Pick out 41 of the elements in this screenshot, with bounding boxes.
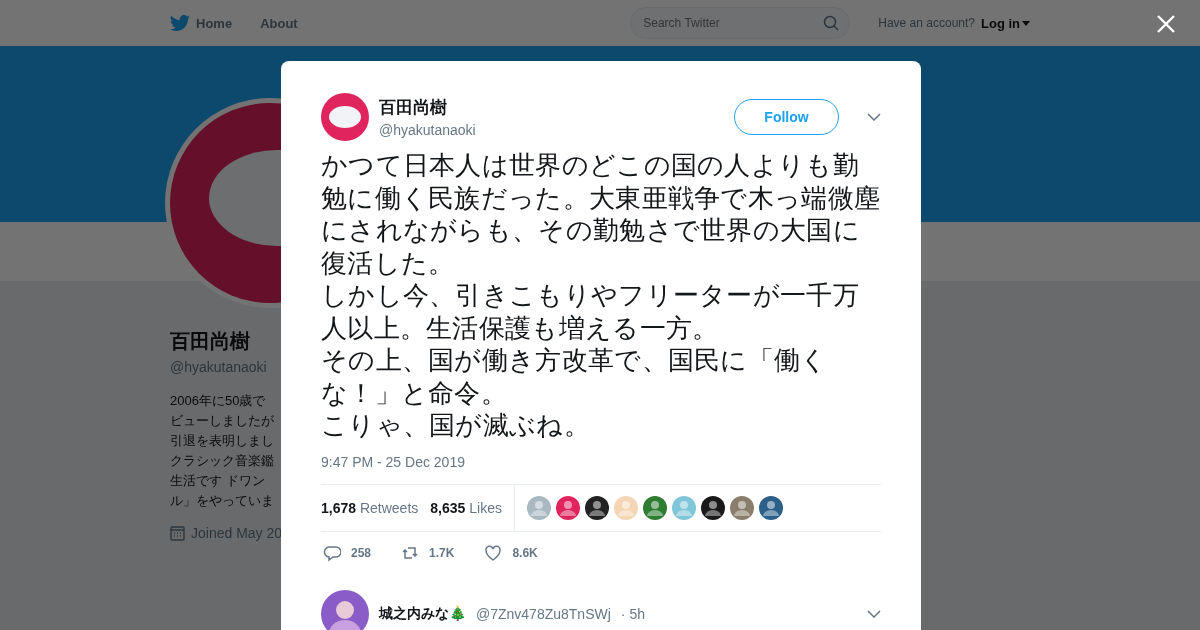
calendar-icon [170,525,185,541]
tweet-time: 9:47 PM - 25 Dec 2019 [321,453,466,470]
search-input[interactable]: Search Twitter [641,15,824,31]
tweet-text: こりゃ、国が滅ぶね。 [321,409,591,442]
nav-link[interactable]: Home [170,15,233,31]
profile-name: 百田尚樹 [170,329,251,354]
author-name: 百田尚樹 [379,97,448,119]
reply-action[interactable]: 258 [323,543,372,562]
tweet-text: しかし今、引きこもりやフリーターが一千万人以上。生活保護も増える一方。 [321,279,860,344]
close-icon[interactable] [1156,14,1176,34]
caret-icon[interactable] [867,609,881,618]
account-prompt: Have an account? [878,16,975,30]
heart-icon [484,543,503,562]
speech-bubble-icon [323,543,341,562]
search-field[interactable]: Search Twitter [630,7,851,39]
retweet-action[interactable]: 1.7K [401,543,455,562]
bird-icon [170,15,190,31]
joined-date: Joined May 20 [191,525,283,541]
bio-line: ビューしましたが [170,412,275,430]
bio-line: ル」をやっていま [170,492,275,510]
tweet-text: かつて日本人は世界のどこの国の人よりも勤勉に働く民族だった。大東亜戦争で木っ端微塵にされながらも、その勤勉さで世界の大国に復活した。 [321,149,882,279]
stat-link[interactable]: 1,678 Retweets [321,499,419,516]
reply-author-name: 城之内みな🎄 [379,604,466,623]
login-link[interactable]: Log in [981,15,1030,31]
stat-link[interactable]: 8,635 Likes [430,499,502,516]
tweet-text: その上、国が働き方改革で、国民に「働くな！」と命令。 [321,344,829,409]
caret-icon[interactable] [867,113,881,121]
bio-line: 引退を表明しまし [170,432,275,450]
bio-line: 2006年に50歳で [170,392,267,410]
profile-handle: @hyakutanaoki [170,359,268,375]
bio-line: 生活です ドワン [170,472,266,490]
avatar-icon [321,93,369,141]
author-handle: @hyakutanaoki [379,122,476,138]
follow-button[interactable]: Follow [734,99,839,135]
bio-line: クラシック音楽鑑 [170,452,275,470]
caret-icon [1022,20,1030,26]
like-action[interactable]: 8.6K [484,543,538,562]
reply-author-handle: @7Znv478Zu8TnSWj [476,605,611,622]
reply-time: · 5h [620,605,645,622]
nav-link[interactable]: About [260,15,298,31]
search-icon [823,15,840,31]
